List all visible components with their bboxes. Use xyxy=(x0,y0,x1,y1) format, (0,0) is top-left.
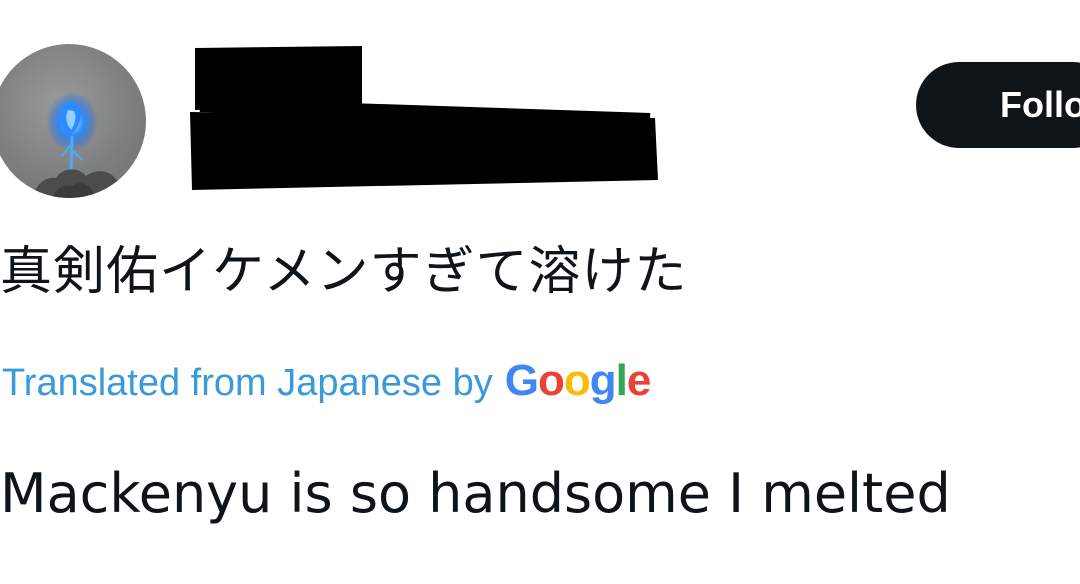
redacted-username xyxy=(190,46,658,190)
translation-attribution: Translated from Japanese by Google xyxy=(2,356,652,416)
translation-label[interactable]: Translated from Japanese by xyxy=(2,362,493,405)
google-logo-letter: e xyxy=(626,356,652,405)
follow-button[interactable]: Follow xyxy=(916,62,1080,148)
google-logo-letter: g xyxy=(589,356,617,405)
google-logo: Google xyxy=(504,356,652,406)
google-logo-letter: l xyxy=(615,356,628,405)
google-logo-letter: o xyxy=(563,356,591,405)
google-logo-letter: o xyxy=(537,356,565,405)
tweet-original-text: 真剣佑イケメンすぎて溶けた xyxy=(0,242,688,302)
tweet-translated-text: Mackenyu is so handsome I melted xyxy=(0,462,951,525)
google-logo-letter: G xyxy=(504,356,539,405)
